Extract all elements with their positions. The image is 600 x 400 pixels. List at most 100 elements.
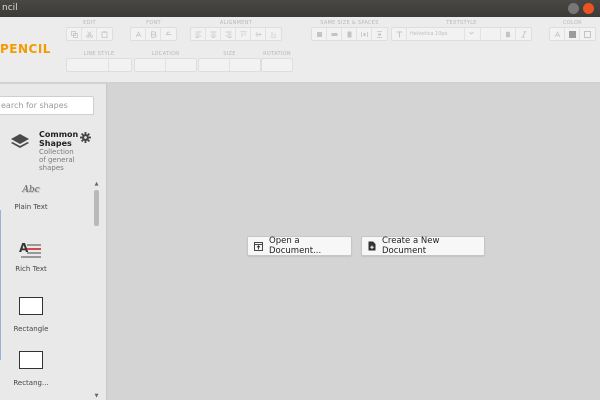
align-left-button[interactable] <box>191 28 206 40</box>
shape-label: Plain Text <box>14 203 48 211</box>
alignment-group-label: ALIGNMENT <box>219 20 253 26</box>
shapes-sidebar: earch for shapes Common Shapes Collectio… <box>0 84 107 400</box>
align-right-button[interactable] <box>221 28 236 40</box>
shape-label: Rich Text <box>15 265 47 273</box>
paste-icon <box>101 30 108 38</box>
shape-label: Rectangle <box>13 325 49 333</box>
text-color-button[interactable] <box>550 28 565 40</box>
h-spacing-icon <box>360 31 368 37</box>
font-icon <box>135 30 141 37</box>
strikethrough-icon <box>165 31 172 35</box>
same-size-button[interactable] <box>342 28 357 40</box>
align-left-icon <box>195 31 201 38</box>
collection-header[interactable]: Common Shapes Collection of general shap… <box>8 128 100 178</box>
bold-toggle[interactable] <box>146 28 161 40</box>
gear-icon[interactable] <box>80 132 91 143</box>
same-height-icon <box>331 32 337 36</box>
scroll-up-icon[interactable]: ▲ <box>93 180 100 188</box>
location-y-input[interactable] <box>166 59 196 71</box>
layers-icon <box>11 134 29 148</box>
copy-icon <box>70 30 78 38</box>
shape-list: Abc Plain Text A Rich Text Rectangle Rec… <box>0 180 92 400</box>
size-group: SIZE <box>198 50 261 72</box>
stroke-color-button[interactable] <box>580 28 595 40</box>
align-bottom-button[interactable] <box>266 28 281 40</box>
scroll-down-icon[interactable]: ▼ <box>93 392 100 400</box>
plain-text-preview: Abc <box>22 185 40 195</box>
font-style-button[interactable] <box>131 28 146 40</box>
same-height-button[interactable] <box>327 28 342 40</box>
rectangle-preview <box>19 351 43 369</box>
location-group-label: LOCATION <box>151 51 180 57</box>
color-group-label: COLOR <box>563 20 582 26</box>
search-input[interactable]: earch for shapes <box>0 96 94 115</box>
size-group-label: SIZE <box>223 51 236 57</box>
shape-item-rich-text[interactable]: A Rich Text <box>0 242 62 274</box>
italic-text-icon <box>521 30 526 38</box>
same-size-group-label: SAME SIZE & SPACES <box>320 20 379 26</box>
rotation-input[interactable] <box>262 59 292 71</box>
alignment-group: ALIGNMENT <box>190 19 282 41</box>
same-size-icon <box>347 31 351 37</box>
v-spacing-button[interactable] <box>372 28 387 40</box>
open-document-button[interactable]: Open a Document... <box>247 236 352 256</box>
document-canvas: Open a Document... Create a New Document <box>108 84 600 400</box>
text-format-button[interactable] <box>392 28 407 40</box>
color-group: COLOR <box>549 19 596 41</box>
italic-text-toggle[interactable] <box>516 28 531 40</box>
minimize-button[interactable] <box>568 3 579 14</box>
align-center-icon <box>210 31 216 38</box>
align-middle-button[interactable] <box>251 28 266 40</box>
shape-item-rectangle-2[interactable]: Rectang... <box>0 351 62 387</box>
strike-toggle[interactable] <box>161 28 176 40</box>
rich-text-preview: A <box>19 242 43 262</box>
size-height-input[interactable] <box>230 59 260 71</box>
toolbar: PENCIL EDIT FONT ALIGNMENT SAME SIZE & S… <box>0 17 600 83</box>
bold-text-icon <box>506 31 511 37</box>
shape-list-scrollbar[interactable]: ▲ ▼ <box>93 180 100 400</box>
align-top-button[interactable] <box>236 28 251 40</box>
create-document-label: Create a New Document <box>382 236 440 256</box>
location-x-input[interactable] <box>135 59 166 71</box>
create-document-button[interactable]: Create a New Document <box>361 236 485 256</box>
app-logo: PENCIL <box>0 42 51 56</box>
font-family-dropdown[interactable] <box>465 28 481 40</box>
align-right-icon <box>225 31 231 38</box>
line-style-group: LINE STYLE <box>66 50 132 72</box>
shape-item-plain-text[interactable]: Abc Plain Text <box>0 180 62 211</box>
scroll-thumb[interactable] <box>94 190 99 226</box>
font-family-select[interactable]: Helvetica 10px <box>407 28 465 40</box>
align-center-button[interactable] <box>206 28 221 40</box>
align-bottom-icon <box>270 31 277 38</box>
edit-group: EDIT <box>66 19 113 41</box>
font-group-label: FONT <box>146 20 161 26</box>
rotation-group-label: ROTATION <box>263 51 291 57</box>
cut-icon <box>85 30 93 38</box>
same-width-icon <box>316 31 322 37</box>
size-width-input[interactable] <box>199 59 230 71</box>
close-button[interactable] <box>583 3 594 14</box>
line-width-select[interactable] <box>67 59 109 71</box>
shape-item-rectangle[interactable]: Rectangle <box>0 297 62 333</box>
stroke-color-swatch <box>584 30 591 38</box>
copy-button[interactable] <box>67 28 82 40</box>
font-group: FONT <box>130 19 177 41</box>
same-width-button[interactable] <box>312 28 327 40</box>
paste-button[interactable] <box>97 28 112 40</box>
line-style-group-label: LINE STYLE <box>83 51 115 57</box>
collection-name: Common Shapes <box>39 130 79 148</box>
line-pattern-select[interactable] <box>109 59 131 71</box>
cut-button[interactable] <box>82 28 97 40</box>
textstyle-group-label: TEXTSTYLE <box>446 20 477 26</box>
fill-color-swatch <box>568 30 576 38</box>
h-spacing-button[interactable] <box>357 28 372 40</box>
align-middle-icon <box>255 31 261 37</box>
rectangle-preview <box>19 297 43 315</box>
align-top-icon <box>240 30 246 37</box>
fill-color-button[interactable] <box>565 28 580 40</box>
bold-icon <box>150 30 156 38</box>
bold-text-toggle[interactable] <box>501 28 516 40</box>
window-controls <box>568 0 594 17</box>
open-document-icon <box>254 241 263 251</box>
text-format-icon <box>396 31 402 37</box>
